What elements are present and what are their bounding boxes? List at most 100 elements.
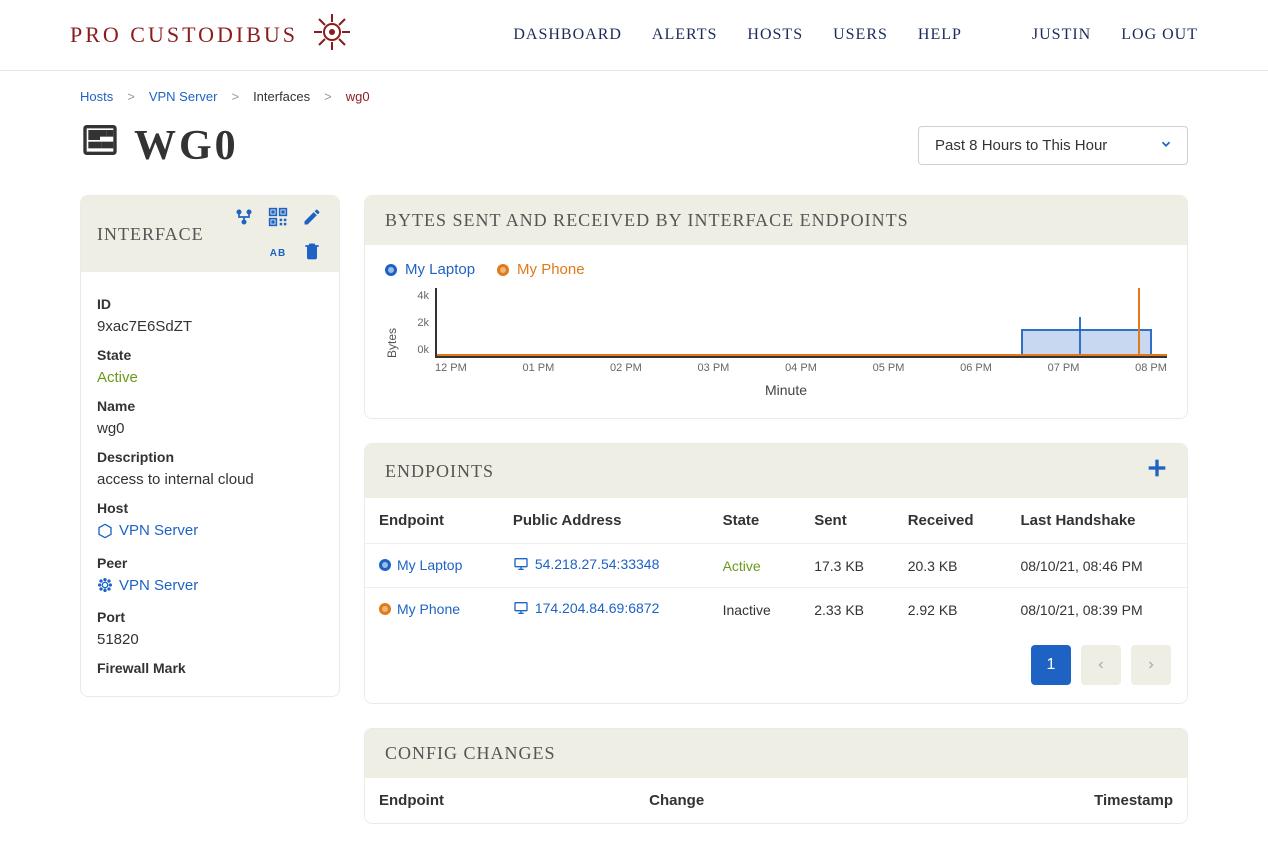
chart-yticks: 4k 2k 0k [405, 288, 429, 358]
time-range-picker[interactable]: Past 8 Hours to This Hour [918, 126, 1188, 165]
xtick: 04 PM [785, 362, 817, 374]
page-title: WG0 [80, 120, 239, 171]
endpoint-link[interactable]: My Phone [379, 601, 460, 617]
config-changes-table: Endpoint Change Timestamp [365, 778, 1187, 823]
interface-card: INTERFACE ab [80, 195, 340, 697]
xtick: 01 PM [523, 362, 555, 374]
endpoint-recv: 20.3 KB [894, 544, 1007, 588]
col-state: State [709, 498, 801, 544]
content: INTERFACE ab [80, 195, 1188, 824]
brand[interactable]: PRO CUSTODIBUS [70, 12, 352, 58]
endpoints-table: Endpoint Public Address State Sent Recei… [365, 498, 1187, 631]
chart-plot[interactable] [435, 288, 1167, 358]
brand-title: PRO CUSTODIBUS [70, 22, 298, 48]
field-host-value: VPN Server [97, 522, 323, 543]
legend-peer2[interactable]: My Phone [497, 261, 585, 278]
page-1-button[interactable]: 1 [1031, 645, 1071, 685]
ytick: 2k [405, 317, 429, 329]
breadcrumb-hosts[interactable]: Hosts [80, 89, 113, 104]
endpoints-card: ENDPOINTS Endpoint Public Address State … [364, 443, 1188, 704]
field-peer-text: VPN Server [119, 577, 198, 594]
title-row: WG0 Past 8 Hours to This Hour [80, 120, 1188, 171]
table-row: My Laptop 54.218.27.54:33348 Active 17.3… [365, 544, 1187, 588]
main-column: BYTES SENT AND RECEIVED BY INTERFACE END… [364, 195, 1188, 824]
config-changes-card: CONFIG CHANGES Endpoint Change Timestamp [364, 728, 1188, 824]
delete-icon[interactable] [301, 240, 323, 262]
endpoint-state: Active [709, 544, 801, 588]
table-row: My Phone 174.204.84.69:6872 Inactive 2.3… [365, 588, 1187, 632]
xtick: 03 PM [698, 362, 730, 374]
endpoint-state: Inactive [709, 588, 801, 632]
xtick: 12 PM [435, 362, 467, 374]
main-nav: DASHBOARD ALERTS HOSTS USERS HELP JUSTIN… [513, 26, 1198, 44]
legend-dot-icon [497, 264, 509, 276]
breadcrumb-current: wg0 [346, 89, 370, 104]
nav-alerts[interactable]: ALERTS [652, 26, 717, 44]
breadcrumb-sep: > [324, 89, 332, 104]
field-port-label: Port [97, 609, 323, 625]
col-endpoint: Endpoint [365, 498, 499, 544]
nav-current-user[interactable]: JUSTIN [1032, 26, 1091, 44]
field-description-value: access to internal cloud [97, 471, 323, 488]
address-link[interactable]: 174.204.84.69:6872 [513, 600, 660, 616]
chart-xticks: 12 PM 01 PM 02 PM 03 PM 04 PM 05 PM 06 P… [435, 362, 1167, 374]
host-icon [97, 523, 113, 539]
chart-card-title: BYTES SENT AND RECEIVED BY INTERFACE END… [385, 210, 909, 231]
nav-users[interactable]: USERS [833, 26, 888, 44]
col-cc-endpoint: Endpoint [365, 778, 635, 823]
rename-icon[interactable]: ab [267, 240, 289, 262]
interface-card-title: INTERFACE [97, 224, 204, 245]
config-changes-title: CONFIG CHANGES [385, 743, 556, 764]
add-endpoint-button[interactable] [1147, 458, 1167, 484]
endpoint-dot-icon [379, 559, 391, 571]
legend-peer1[interactable]: My Laptop [385, 261, 475, 278]
config-header-row: Endpoint Change Timestamp [365, 778, 1187, 823]
series-my-laptop-spike [1079, 317, 1081, 356]
routes-icon[interactable] [233, 206, 255, 228]
endpoint-last: 08/10/21, 08:46 PM [1006, 544, 1187, 588]
page-next-button[interactable] [1131, 645, 1171, 685]
chart-ylabel: Bytes [385, 328, 399, 358]
brand-icon [312, 12, 352, 58]
nav-help[interactable]: HELP [918, 26, 962, 44]
legend-peer1-label: My Laptop [405, 261, 475, 278]
field-host-link[interactable]: VPN Server [97, 522, 198, 539]
col-cc-change: Change [635, 778, 876, 823]
breadcrumb-interfaces: Interfaces [253, 89, 310, 104]
top-bar: PRO CUSTODIBUS DASHBOARD ALERTS HOSTS US… [0, 0, 1268, 71]
qr-code-icon[interactable] [267, 206, 289, 228]
breadcrumb: Hosts > VPN Server > Interfaces > wg0 [80, 89, 1188, 104]
endpoint-address: 54.218.27.54:33348 [535, 556, 660, 572]
chart-area: My Laptop My Phone Bytes 4k [365, 245, 1187, 418]
series-my-phone-spike [1138, 288, 1140, 356]
endpoint-sent: 2.33 KB [800, 588, 894, 632]
xtick: 05 PM [873, 362, 905, 374]
nav-dashboard[interactable]: DASHBOARD [513, 26, 622, 44]
field-id-label: ID [97, 296, 323, 312]
nav-logout[interactable]: LOG OUT [1121, 26, 1198, 44]
endpoint-sent: 17.3 KB [800, 544, 894, 588]
config-changes-header: CONFIG CHANGES [365, 729, 1187, 778]
endpoints-card-header: ENDPOINTS [365, 444, 1187, 498]
page-prev-button[interactable] [1081, 645, 1121, 685]
peer-icon [97, 577, 113, 593]
interface-fields: ID 9xac7E6SdZT State Active Name wg0 Des… [81, 272, 339, 696]
address-link[interactable]: 54.218.27.54:33348 [513, 556, 660, 572]
field-peer-link[interactable]: VPN Server [97, 577, 198, 594]
monitor-icon [513, 556, 529, 572]
interface-card-header: INTERFACE ab [81, 196, 339, 272]
chart-legend: My Laptop My Phone [385, 261, 1167, 278]
endpoint-link[interactable]: My Laptop [379, 557, 462, 573]
interface-icon [80, 120, 120, 171]
sidebar: INTERFACE ab [80, 195, 340, 824]
chart-body: Bytes 4k 2k 0k [385, 288, 1167, 398]
edit-icon[interactable] [301, 206, 323, 228]
breadcrumb-host[interactable]: VPN Server [149, 89, 218, 104]
endpoint-address: 174.204.84.69:6872 [535, 600, 660, 616]
col-handshake: Last Handshake [1006, 498, 1187, 544]
chart-card-header: BYTES SENT AND RECEIVED BY INTERFACE END… [365, 196, 1187, 245]
nav-hosts[interactable]: HOSTS [747, 26, 803, 44]
field-host-text: VPN Server [119, 522, 198, 539]
field-state-value: Active [97, 369, 323, 386]
chart-xlabel: Minute [405, 382, 1167, 398]
